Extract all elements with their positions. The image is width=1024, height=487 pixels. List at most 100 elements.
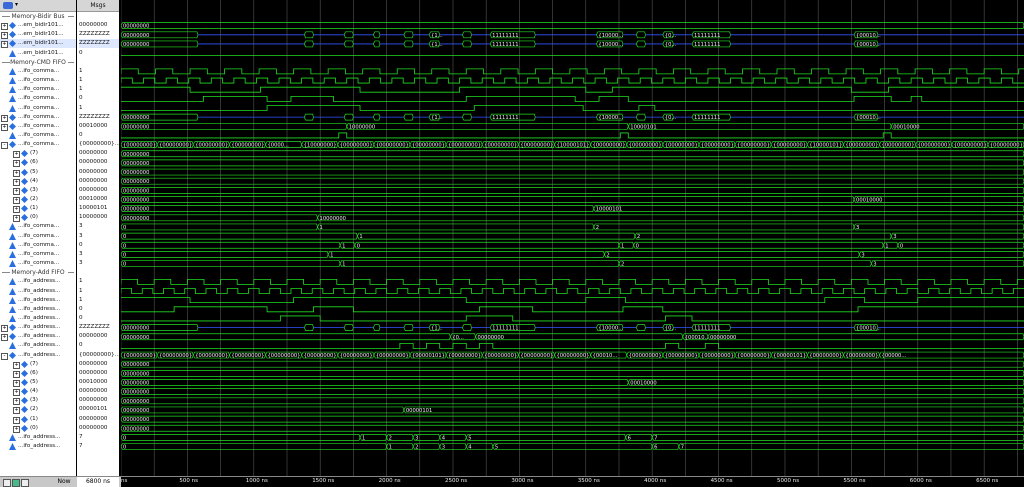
signal-row[interactable]: ...ifo_address... xyxy=(0,442,76,451)
signal-name: (6) xyxy=(30,159,38,166)
signal-row[interactable]: + (2) xyxy=(0,405,76,415)
signal-row[interactable]: + (5) xyxy=(0,378,76,387)
expand-icon[interactable]: + xyxy=(1,334,8,342)
signal-row[interactable]: ...ifo_address... xyxy=(0,305,76,314)
time-tick: 6000 ns xyxy=(909,478,932,484)
signal-row[interactable]: + (1) xyxy=(0,204,76,214)
signal-row[interactable]: - ...ifo_address... xyxy=(0,351,76,360)
signal-name: (6) xyxy=(30,369,38,376)
signal-row[interactable]: ...ifo_address... xyxy=(0,341,76,350)
bus-segment xyxy=(635,40,646,48)
expand-icon[interactable]: + xyxy=(13,187,20,195)
signal-row[interactable]: ...ifo_comma... xyxy=(0,222,76,231)
bus-signal-icon xyxy=(21,388,28,396)
signal-row[interactable]: + (4) xyxy=(0,387,76,397)
bus-value-label: 0 xyxy=(123,435,126,441)
expand-icon[interactable]: + xyxy=(13,169,20,177)
signal-row[interactable]: + (7) xyxy=(0,360,76,369)
bus-value-label: {00010... xyxy=(593,353,618,359)
signal-row[interactable]: + (1) xyxy=(0,415,76,424)
expand-icon[interactable]: + xyxy=(13,160,20,168)
signal-name: ...ifo_comma... xyxy=(18,141,60,148)
signal-row[interactable]: + ...em_bidir101... xyxy=(0,39,76,49)
bus-value-label: 3 xyxy=(856,225,859,231)
signal-row[interactable]: ...ifo_address... xyxy=(0,287,76,296)
signal-row[interactable]: ...ifo_address... xyxy=(0,277,76,286)
signal-row[interactable]: + ...ifo_address... xyxy=(0,323,76,333)
bus-value-label: 00000000 xyxy=(123,408,149,414)
expand-icon[interactable]: + xyxy=(13,178,20,186)
collapse-icon[interactable]: - xyxy=(1,352,8,360)
group-header[interactable]: Memory-Bidir Bus xyxy=(2,12,74,21)
signal-row[interactable]: + ...em_bidir101... xyxy=(0,21,76,31)
bus-segment xyxy=(327,251,605,258)
signal-row[interactable]: + (0) xyxy=(0,424,76,433)
signal-value: 00000000 xyxy=(79,177,108,184)
signal-row[interactable]: + (2) xyxy=(0,195,76,204)
signal-row[interactable]: ...ifo_comma... xyxy=(0,67,76,76)
waveform-pane[interactable]: 00000000 00000000 {1... 11111111 {10000... {0… xyxy=(120,0,1024,476)
signal-row[interactable]: + (4) xyxy=(0,177,76,186)
expand-icon[interactable]: + xyxy=(13,380,20,387)
signal-row[interactable]: ...ifo_comma... xyxy=(0,104,76,113)
signal-row[interactable]: ...ifo_comma... xyxy=(0,241,76,250)
bus-value-label: 1 xyxy=(342,243,345,249)
signal-row[interactable]: + (7) xyxy=(0,149,76,159)
expand-icon[interactable]: + xyxy=(13,398,20,406)
signal-row[interactable]: ...ifo_comma... xyxy=(0,131,76,140)
signal-row[interactable]: ...ifo_address... xyxy=(0,314,76,323)
signal-row[interactable]: + (6) xyxy=(0,369,76,378)
signal-row[interactable]: ...ifo_comma... xyxy=(0,232,76,241)
signal-value: 3 xyxy=(79,250,83,257)
bus-value-label: 0 xyxy=(123,225,126,231)
group-header[interactable]: Memory-Add FIFO xyxy=(2,268,74,277)
signal-row[interactable]: ...ifo_comma... xyxy=(0,76,76,85)
collapse-icon[interactable]: - xyxy=(1,142,8,150)
bus-segment xyxy=(303,324,314,331)
signal-row[interactable]: + ...ifo_comma... xyxy=(0,122,76,131)
expand-icon[interactable]: + xyxy=(1,23,8,31)
signal-row[interactable]: ...ifo_comma... xyxy=(0,250,76,259)
expand-icon[interactable]: + xyxy=(1,123,8,131)
signal-row[interactable]: ...ifo_address... xyxy=(0,296,76,305)
waveform-canvas[interactable]: 0000000000000000 {1... 11111111 {10000... {0… xyxy=(120,0,1024,476)
expand-icon[interactable]: + xyxy=(13,151,20,159)
expand-icon[interactable]: + xyxy=(13,206,20,214)
expand-icon[interactable]: + xyxy=(1,41,8,49)
group-header[interactable]: Memory-CMD FIFO xyxy=(2,58,74,67)
expand-icon[interactable]: + xyxy=(13,361,20,369)
clock-wave xyxy=(120,288,1024,294)
expand-icon[interactable]: + xyxy=(13,389,20,397)
expand-icon[interactable]: + xyxy=(1,32,8,40)
signal-row[interactable]: - ...ifo_comma... xyxy=(0,140,76,150)
wave-toolbar-icon[interactable] xyxy=(3,2,13,9)
signal-row[interactable]: + ...em_bidir101... xyxy=(0,30,76,40)
signal-row[interactable]: + (3) xyxy=(0,186,76,195)
signal-row[interactable]: + ...ifo_comma... xyxy=(0,113,76,122)
bus-value-label: {00000000} xyxy=(340,143,373,149)
bus-segment xyxy=(465,434,626,441)
expand-icon[interactable]: + xyxy=(1,114,8,122)
bus-segment xyxy=(303,113,314,121)
signal-row[interactable]: + (5) xyxy=(0,168,76,177)
signal-row[interactable]: ...ifo_comma... xyxy=(0,94,76,103)
expand-icon[interactable]: + xyxy=(13,416,20,424)
bus-value-label: 0 xyxy=(123,262,126,268)
signal-row[interactable]: ...ifo_comma... xyxy=(0,259,76,268)
bus-segment xyxy=(858,251,1024,258)
signal-row[interactable]: ...ifo_address... xyxy=(0,433,76,442)
signal-row[interactable]: + (6) xyxy=(0,158,76,168)
expand-icon[interactable]: + xyxy=(13,197,20,204)
signal-row[interactable]: + (3) xyxy=(0,396,76,406)
signal-row[interactable]: + ...ifo_address... xyxy=(0,332,76,342)
expand-icon[interactable]: + xyxy=(13,425,20,433)
signal-row[interactable]: ...em_bidir101... xyxy=(0,49,76,58)
signal-row[interactable]: ...ifo_comma... xyxy=(0,85,76,94)
chevron-down-icon[interactable]: ▾ xyxy=(15,1,18,8)
expand-icon[interactable]: + xyxy=(13,215,20,223)
expand-icon[interactable]: + xyxy=(13,407,20,415)
expand-icon[interactable]: + xyxy=(13,370,20,378)
signal-row[interactable]: + (0) xyxy=(0,213,76,223)
expand-icon[interactable]: + xyxy=(1,325,8,333)
bus-value-label: 1 xyxy=(320,225,323,231)
